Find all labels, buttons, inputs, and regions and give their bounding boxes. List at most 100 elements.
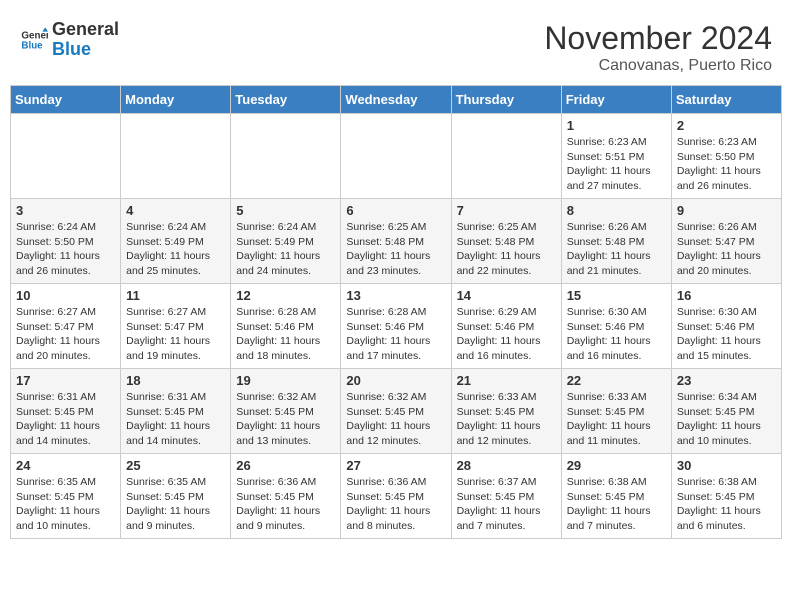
day-cell-11: 11 Sunrise: 6:27 AMSunset: 5:47 PMDayligh… <box>121 284 231 369</box>
day-info: Sunrise: 6:27 AMSunset: 5:47 PMDaylight:… <box>126 305 225 364</box>
day-cell-empty <box>121 114 231 199</box>
day-info: Sunrise: 6:38 AMSunset: 5:45 PMDaylight:… <box>567 475 666 534</box>
weekday-header-wednesday: Wednesday <box>341 86 451 114</box>
day-number: 24 <box>16 458 115 473</box>
day-number: 7 <box>457 203 556 218</box>
logo-icon: General Blue <box>20 26 48 54</box>
day-info: Sunrise: 6:30 AMSunset: 5:46 PMDaylight:… <box>677 305 776 364</box>
day-info: Sunrise: 6:25 AMSunset: 5:48 PMDaylight:… <box>457 220 556 279</box>
day-info: Sunrise: 6:34 AMSunset: 5:45 PMDaylight:… <box>677 390 776 449</box>
weekday-header-sunday: Sunday <box>11 86 121 114</box>
day-number: 14 <box>457 288 556 303</box>
day-number: 25 <box>126 458 225 473</box>
day-info: Sunrise: 6:28 AMSunset: 5:46 PMDaylight:… <box>346 305 445 364</box>
week-row-5: 24 Sunrise: 6:35 AMSunset: 5:45 PMDayligh… <box>11 454 782 539</box>
day-cell-22: 22 Sunrise: 6:33 AMSunset: 5:45 PMDayligh… <box>561 369 671 454</box>
day-number: 3 <box>16 203 115 218</box>
day-cell-16: 16 Sunrise: 6:30 AMSunset: 5:46 PMDayligh… <box>671 284 781 369</box>
logo-text: General Blue <box>52 20 119 60</box>
day-number: 16 <box>677 288 776 303</box>
day-cell-empty <box>341 114 451 199</box>
day-cell-9: 9 Sunrise: 6:26 AMSunset: 5:47 PMDaylight… <box>671 199 781 284</box>
day-info: Sunrise: 6:26 AMSunset: 5:48 PMDaylight:… <box>567 220 666 279</box>
weekday-header-row: SundayMondayTuesdayWednesdayThursdayFrid… <box>11 86 782 114</box>
logo: General Blue General Blue <box>20 20 119 60</box>
header: General Blue General Blue November 2024 … <box>10 10 782 80</box>
week-row-2: 3 Sunrise: 6:24 AMSunset: 5:50 PMDaylight… <box>11 199 782 284</box>
day-number: 2 <box>677 118 776 133</box>
weekday-header-friday: Friday <box>561 86 671 114</box>
day-cell-empty <box>11 114 121 199</box>
day-cell-14: 14 Sunrise: 6:29 AMSunset: 5:46 PMDayligh… <box>451 284 561 369</box>
location-title: Canovanas, Puerto Rico <box>544 57 772 75</box>
day-cell-29: 29 Sunrise: 6:38 AMSunset: 5:45 PMDayligh… <box>561 454 671 539</box>
day-number: 11 <box>126 288 225 303</box>
day-cell-30: 30 Sunrise: 6:38 AMSunset: 5:45 PMDayligh… <box>671 454 781 539</box>
week-row-3: 10 Sunrise: 6:27 AMSunset: 5:47 PMDayligh… <box>11 284 782 369</box>
day-info: Sunrise: 6:24 AMSunset: 5:50 PMDaylight:… <box>16 220 115 279</box>
day-info: Sunrise: 6:31 AMSunset: 5:45 PMDaylight:… <box>126 390 225 449</box>
day-cell-23: 23Sunrise: 6:34 AMSunset: 5:45 PMDayligh… <box>671 369 781 454</box>
day-number: 6 <box>346 203 445 218</box>
day-number: 28 <box>457 458 556 473</box>
day-cell-24: 24 Sunrise: 6:35 AMSunset: 5:45 PMDayligh… <box>11 454 121 539</box>
day-cell-19: 19 Sunrise: 6:32 AMSunset: 5:45 PMDayligh… <box>231 369 341 454</box>
day-number: 19 <box>236 373 335 388</box>
day-number: 29 <box>567 458 666 473</box>
day-cell-empty <box>451 114 561 199</box>
day-info: Sunrise: 6:35 AMSunset: 5:45 PMDaylight:… <box>126 475 225 534</box>
day-info: Sunrise: 6:23 AMSunset: 5:50 PMDaylight:… <box>677 135 776 194</box>
day-cell-10: 10 Sunrise: 6:27 AMSunset: 5:47 PMDayligh… <box>11 284 121 369</box>
day-number: 15 <box>567 288 666 303</box>
day-info: Sunrise: 6:26 AMSunset: 5:47 PMDaylight:… <box>677 220 776 279</box>
day-info: Sunrise: 6:38 AMSunset: 5:45 PMDaylight:… <box>677 475 776 534</box>
day-info: Sunrise: 6:31 AMSunset: 5:45 PMDaylight:… <box>16 390 115 449</box>
day-cell-empty <box>231 114 341 199</box>
day-cell-25: 25 Sunrise: 6:35 AMSunset: 5:45 PMDayligh… <box>121 454 231 539</box>
day-number: 4 <box>126 203 225 218</box>
day-info: Sunrise: 6:24 AMSunset: 5:49 PMDaylight:… <box>236 220 335 279</box>
day-number: 26 <box>236 458 335 473</box>
day-number: 22 <box>567 373 666 388</box>
day-number: 21 <box>457 373 556 388</box>
day-info: Sunrise: 6:29 AMSunset: 5:46 PMDaylight:… <box>457 305 556 364</box>
day-number: 17 <box>16 373 115 388</box>
day-info: Sunrise: 6:33 AMSunset: 5:45 PMDaylight:… <box>457 390 556 449</box>
day-number: 30 <box>677 458 776 473</box>
day-number: 18 <box>126 373 225 388</box>
day-cell-26: 26 Sunrise: 6:36 AMSunset: 5:45 PMDayligh… <box>231 454 341 539</box>
day-info: Sunrise: 6:35 AMSunset: 5:45 PMDaylight:… <box>16 475 115 534</box>
day-cell-27: 27Sunrise: 6:36 AMSunset: 5:45 PMDayligh… <box>341 454 451 539</box>
day-cell-15: 15 Sunrise: 6:30 AMSunset: 5:46 PMDayligh… <box>561 284 671 369</box>
day-cell-7: 7 Sunrise: 6:25 AMSunset: 5:48 PMDaylight… <box>451 199 561 284</box>
day-info: Sunrise: 6:32 AMSunset: 5:45 PMDaylight:… <box>236 390 335 449</box>
day-cell-18: 18 Sunrise: 6:31 AMSunset: 5:45 PMDayligh… <box>121 369 231 454</box>
week-row-1: 1Sunrise: 6:23 AMSunset: 5:51 PMDaylight… <box>11 114 782 199</box>
day-info: Sunrise: 6:30 AMSunset: 5:46 PMDaylight:… <box>567 305 666 364</box>
day-info: Sunrise: 6:28 AMSunset: 5:46 PMDaylight:… <box>236 305 335 364</box>
svg-text:Blue: Blue <box>21 40 43 51</box>
day-cell-4: 4 Sunrise: 6:24 AMSunset: 5:49 PMDaylight… <box>121 199 231 284</box>
day-cell-6: 6Sunrise: 6:25 AMSunset: 5:48 PMDaylight… <box>341 199 451 284</box>
weekday-header-thursday: Thursday <box>451 86 561 114</box>
day-number: 20 <box>346 373 445 388</box>
day-cell-20: 20 Sunrise: 6:32 AMSunset: 5:45 PMDayligh… <box>341 369 451 454</box>
day-cell-8: 8Sunrise: 6:26 AMSunset: 5:48 PMDaylight… <box>561 199 671 284</box>
day-info: Sunrise: 6:32 AMSunset: 5:45 PMDaylight:… <box>346 390 445 449</box>
day-info: Sunrise: 6:36 AMSunset: 5:45 PMDaylight:… <box>236 475 335 534</box>
day-number: 13 <box>346 288 445 303</box>
day-info: Sunrise: 6:24 AMSunset: 5:49 PMDaylight:… <box>126 220 225 279</box>
day-cell-1: 1Sunrise: 6:23 AMSunset: 5:51 PMDaylight… <box>561 114 671 199</box>
day-number: 9 <box>677 203 776 218</box>
day-info: Sunrise: 6:27 AMSunset: 5:47 PMDaylight:… <box>16 305 115 364</box>
day-cell-12: 12Sunrise: 6:28 AMSunset: 5:46 PMDayligh… <box>231 284 341 369</box>
weekday-header-tuesday: Tuesday <box>231 86 341 114</box>
day-info: Sunrise: 6:33 AMSunset: 5:45 PMDaylight:… <box>567 390 666 449</box>
day-cell-21: 21 Sunrise: 6:33 AMSunset: 5:45 PMDayligh… <box>451 369 561 454</box>
day-info: Sunrise: 6:37 AMSunset: 5:45 PMDaylight:… <box>457 475 556 534</box>
weekday-header-saturday: Saturday <box>671 86 781 114</box>
day-cell-2: 2 Sunrise: 6:23 AMSunset: 5:50 PMDaylight… <box>671 114 781 199</box>
day-number: 5 <box>236 203 335 218</box>
day-cell-13: 13 Sunrise: 6:28 AMSunset: 5:46 PMDayligh… <box>341 284 451 369</box>
day-number: 10 <box>16 288 115 303</box>
